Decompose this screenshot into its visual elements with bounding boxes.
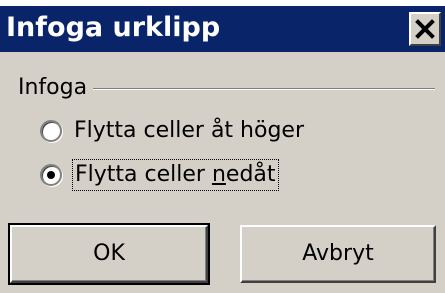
close-icon-svg bbox=[415, 19, 435, 39]
ok-button[interactable]: OK bbox=[8, 223, 210, 285]
radio-label-shift-right: Flytta celler åt höger bbox=[74, 118, 304, 143]
window-title: Infoga urklipp bbox=[6, 12, 221, 43]
cancel-button[interactable]: Avbryt bbox=[240, 225, 436, 283]
close-button[interactable] bbox=[409, 12, 441, 46]
label-part-1: Flytta celler bbox=[75, 162, 212, 187]
radio-button-checked[interactable] bbox=[40, 164, 62, 186]
radio-shift-right[interactable]: Flytta celler åt höger bbox=[40, 116, 304, 146]
insert-clipboard-dialog: Infoga urklipp Infoga Flytta celler åt h… bbox=[0, 0, 445, 293]
radio-button-unchecked[interactable] bbox=[40, 120, 62, 142]
radio-shift-down[interactable]: Flytta celler nedåt bbox=[40, 159, 279, 191]
label-accelerator: n bbox=[211, 162, 226, 187]
title-bar[interactable]: Infoga urklipp bbox=[0, 6, 445, 52]
label-part-2: edåt bbox=[225, 162, 276, 187]
radio-dot-icon bbox=[47, 171, 55, 179]
group-label: Infoga bbox=[18, 74, 94, 102]
radio-label-shift-down: Flytta celler nedåt bbox=[72, 159, 279, 191]
close-icon bbox=[411, 14, 439, 44]
